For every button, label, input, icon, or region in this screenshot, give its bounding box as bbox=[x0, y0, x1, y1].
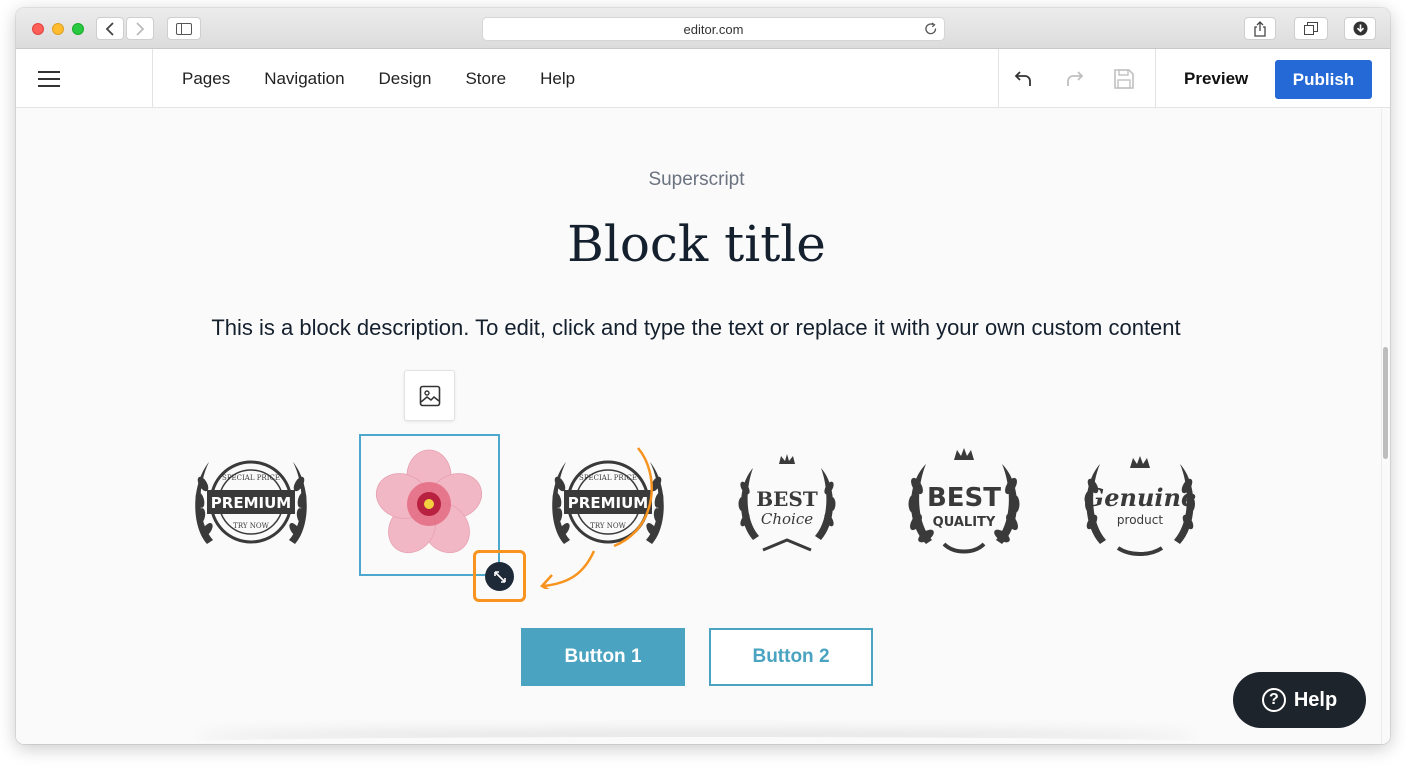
hamburger-menu-icon[interactable] bbox=[16, 49, 153, 108]
replace-image-icon[interactable] bbox=[404, 370, 455, 421]
block-title[interactable]: Block title bbox=[16, 215, 1377, 273]
help-label: Help bbox=[1293, 688, 1338, 711]
svg-text:TRY NOW: TRY NOW bbox=[233, 522, 269, 530]
svg-text:BEST: BEST bbox=[927, 483, 1001, 513]
svg-text:BEST: BEST bbox=[756, 487, 818, 511]
download-icon[interactable] bbox=[1344, 17, 1376, 40]
svg-text:Choice: Choice bbox=[761, 510, 813, 528]
svg-text:product: product bbox=[1117, 513, 1163, 527]
genuine-product-badge-logo[interactable]: Genuine product bbox=[1076, 444, 1204, 566]
share-icon[interactable] bbox=[1244, 17, 1276, 40]
premium-badge-logo-2[interactable]: PREMIUM SPECIAL PRICE TRY NOW bbox=[544, 444, 672, 566]
nav-design[interactable]: Design bbox=[379, 69, 432, 89]
block-description[interactable]: This is a block description. To edit, cl… bbox=[206, 309, 1186, 347]
editor-canvas: Superscript Block title This is a block … bbox=[16, 109, 1390, 744]
resize-handle-icon[interactable] bbox=[485, 562, 514, 591]
url-text: editor.com bbox=[683, 21, 744, 37]
help-icon: ? bbox=[1261, 688, 1286, 712]
save-icon[interactable] bbox=[1099, 68, 1149, 90]
svg-text:TRY NOW: TRY NOW bbox=[590, 522, 626, 530]
address-bar[interactable]: editor.com bbox=[482, 17, 945, 41]
svg-text:SPECIAL PRICE: SPECIAL PRICE bbox=[579, 474, 637, 482]
preview-button[interactable]: Preview bbox=[1184, 49, 1248, 108]
best-quality-badge-logo[interactable]: BEST QUALITY bbox=[900, 444, 1028, 566]
sidebar-icon[interactable] bbox=[167, 17, 201, 40]
scrollbar-thumb[interactable] bbox=[1383, 347, 1388, 459]
help-button[interactable]: ? Help bbox=[1233, 672, 1366, 728]
svg-text:QUALITY: QUALITY bbox=[933, 515, 996, 530]
editor-toolbar: Pages Navigation Design Store Help Previ… bbox=[16, 49, 1390, 108]
tabs-icon[interactable] bbox=[1294, 17, 1328, 40]
browser-chrome: editor.com bbox=[16, 8, 1390, 49]
minimize-window-button[interactable] bbox=[52, 23, 64, 35]
svg-text:SPECIAL PRICE: SPECIAL PRICE bbox=[222, 474, 280, 482]
next-section-shadow bbox=[196, 737, 1196, 744]
reload-icon[interactable] bbox=[924, 22, 938, 39]
history-actions bbox=[998, 49, 1156, 108]
button-2[interactable]: Button 2 bbox=[709, 628, 873, 686]
undo-icon[interactable] bbox=[999, 69, 1049, 89]
block-superscript[interactable]: Superscript bbox=[16, 169, 1377, 191]
svg-text:Genuine: Genuine bbox=[1084, 483, 1197, 512]
forward-icon[interactable] bbox=[126, 17, 154, 40]
browser-window: editor.com Pages Navigation Design Store… bbox=[16, 8, 1390, 744]
back-icon[interactable] bbox=[96, 17, 124, 40]
nav-store[interactable]: Store bbox=[465, 69, 506, 89]
nav-pages[interactable]: Pages bbox=[182, 69, 230, 89]
redo-icon[interactable] bbox=[1049, 69, 1099, 89]
svg-text:PREMIUM: PREMIUM bbox=[211, 494, 291, 512]
svg-text:PREMIUM: PREMIUM bbox=[568, 494, 648, 512]
nav-navigation[interactable]: Navigation bbox=[264, 69, 344, 89]
publish-button[interactable]: Publish bbox=[1275, 60, 1372, 99]
nav-help[interactable]: Help bbox=[540, 69, 575, 89]
premium-badge-logo[interactable]: PREMIUM SPECIAL PRICE TRY NOW bbox=[187, 444, 315, 566]
button-1[interactable]: Button 1 bbox=[521, 628, 685, 686]
editor-nav: Pages Navigation Design Store Help bbox=[182, 49, 609, 108]
close-window-button[interactable] bbox=[32, 23, 44, 35]
maximize-window-button[interactable] bbox=[72, 23, 84, 35]
annotation-arrow-icon bbox=[540, 550, 596, 589]
best-choice-badge-logo[interactable]: BEST Choice bbox=[723, 444, 851, 566]
